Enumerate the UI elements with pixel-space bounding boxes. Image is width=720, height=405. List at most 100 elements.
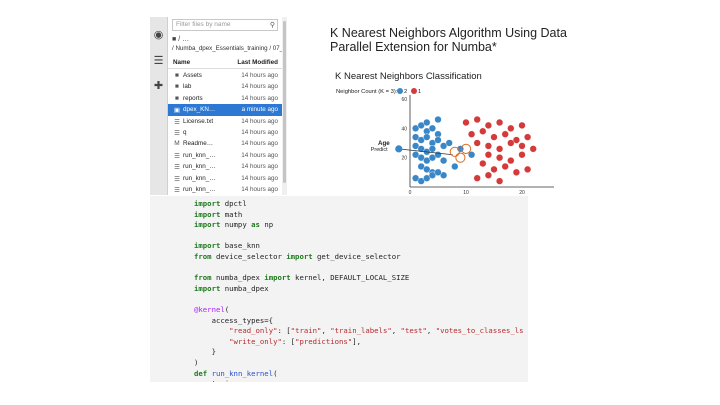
data-point [490,165,498,174]
file-browser-scrollbar[interactable] [282,17,287,195]
code-token: np [259,220,274,230]
root-folder-breadcrumb[interactable]: ■ / … [172,36,189,43]
data-point [423,133,431,141]
file-row[interactable]: ☰ q 14 hours ago [168,127,282,138]
folder-icon: ■ [175,83,179,91]
data-point [524,165,532,174]
data-point [524,133,532,141]
running-icon[interactable]: ◉ [152,29,165,42]
data-point [501,130,509,138]
file-modified: 14 hours ago [241,72,278,79]
data-point [484,171,493,179]
x-tick-label: 0 [409,190,412,195]
data-point [473,174,481,182]
code-token: import [194,220,221,230]
code-token: get_device_selector [312,251,401,261]
data-point [462,118,470,127]
column-name-header[interactable]: Name [173,59,190,66]
code-token: numba_dpex [220,283,269,293]
file-modified: 14 hours ago [241,83,278,91]
y-tick-label: 60 [401,97,407,103]
data-point [529,145,537,153]
code-text: import dpctl import math import numpy as… [150,196,528,382]
code-token: , [321,326,331,336]
file-modified: 14 hours ago [241,128,278,136]
folder-icon: ■ [175,72,179,79]
file-name: Assets [183,72,202,79]
file-row[interactable]: ■ lab 14 hours ago [168,81,282,92]
code-token: : [ [281,336,296,346]
activity-bar: ◉ ☰ ✚ [150,17,168,195]
code-token: , [426,326,436,336]
file-modified: 14 hours ago [241,117,278,125]
data-point [484,151,493,159]
code-token: "votes_to_classes_ls [435,326,524,336]
code-token: def [194,368,208,378]
file-name: License.txt [183,117,214,125]
slide-title: K Nearest Neighbors Algorithm Using Data… [330,26,567,54]
file-name: run_knn_… [183,185,216,193]
code-token: ) [194,357,199,367]
code-token: numpy [220,220,252,230]
file-row[interactable]: M Readme… 14 hours ago [168,138,282,149]
code-cell[interactable]: import dpctl import math import numpy as… [150,196,528,382]
file-name: run_knn_… [183,163,216,171]
y-tick-label: 40 [401,126,407,132]
data-point [434,136,442,144]
file-row[interactable]: ☰ run_knn_… 14 hours ago [168,150,282,161]
data-point [473,115,481,124]
code-token: , [391,326,401,336]
query-point [395,145,403,153]
code-token: "write_only" [229,336,282,346]
code-token: "test" [400,326,427,336]
data-point [501,162,509,171]
column-modified-header[interactable]: Last Modified [237,59,278,66]
file-row[interactable]: ■ Assets 14 hours ago [168,70,282,81]
code-token: run_knn_kernel [211,368,274,378]
legend-swatch [411,88,417,94]
file-modified: 14 hours ago [241,174,278,182]
file-row[interactable]: ☰ License.txt 14 hours ago [168,116,282,127]
file-modified: 14 hours ago [241,151,278,159]
legend-entry: 2 [404,89,407,95]
chart-heading: K Nearest Neighbors Classification [335,71,482,82]
file-row[interactable]: ■ reports 14 hours ago [168,93,282,104]
data-point [439,142,448,150]
filter-files-input[interactable]: Filter files by name ⚲ [172,19,278,31]
file-icon: ☰ [174,164,180,172]
legend-swatch [397,88,403,94]
code-token: } [194,347,216,357]
extension-icon[interactable]: ✚ [152,80,165,93]
code-token: "train" [290,326,322,336]
file-name: run_knn_… [183,174,216,182]
toc-icon[interactable]: ☰ [152,55,165,68]
file-row[interactable]: ▣ dpex_KN… a minute ago [168,104,282,116]
data-point [479,127,487,135]
folder-icon: ■ [175,94,179,102]
code-token: "predictions" [295,336,353,346]
data-point [518,151,526,159]
file-icon: ☰ [174,175,180,183]
file-row[interactable]: ☰ run_knn_… 14 hours ago [168,161,282,172]
code-token: access_types={ [194,315,274,325]
query-label: Predict [371,147,388,153]
data-point [496,154,504,162]
data-point [484,121,493,130]
file-name: dpex_KN… [183,106,216,114]
search-icon: ⚲ [269,22,275,29]
file-row[interactable]: ☰ run_knn_… 14 hours ago [168,173,282,184]
file-name: Readme… [183,140,214,148]
file-row[interactable]: ☰ run_knn_… 14 hours ago [168,184,282,195]
data-point [496,145,504,153]
file-list: ■ Assets 14 hours ago ■ lab 14 hours ago ■ repo… [168,70,282,195]
code-token: @kernel [194,304,225,314]
data-point [434,151,442,159]
file-modified: 14 hours ago [241,163,278,171]
x-tick-label: 10 [463,190,469,195]
breadcrumb[interactable]: / Numba_dpex_Essentials_training / 07_ [172,45,282,52]
data-point [518,121,526,130]
data-point [484,142,493,150]
code-token: "train_labels" [330,326,392,336]
data-point [434,115,442,124]
